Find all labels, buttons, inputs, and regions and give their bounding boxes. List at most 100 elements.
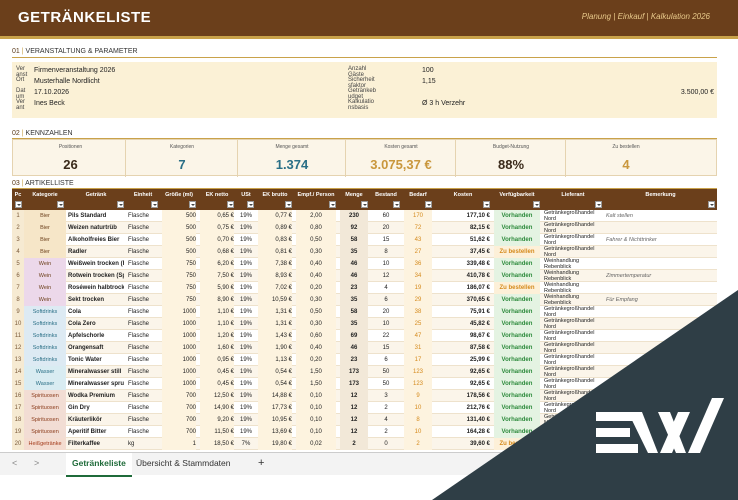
cell-stock[interactable]: 0 bbox=[372, 438, 400, 450]
cell-size[interactable]: 750 bbox=[162, 258, 196, 270]
cell-size[interactable]: 700 bbox=[162, 402, 196, 414]
filter-dropdown-icon[interactable] bbox=[189, 201, 196, 208]
cell-size[interactable]: 500 bbox=[162, 234, 196, 246]
cell-stock[interactable]: 20 bbox=[372, 306, 400, 318]
cell-vat[interactable]: 19% bbox=[238, 330, 254, 342]
cell-need[interactable]: 123 bbox=[404, 378, 432, 390]
cell-stock[interactable]: 60 bbox=[372, 210, 400, 222]
cell-vat[interactable]: 19% bbox=[238, 294, 254, 306]
filter-dropdown-icon[interactable] bbox=[247, 201, 254, 208]
cell-net[interactable]: 1,60 € bbox=[200, 342, 234, 354]
cell-gross[interactable]: 17,73 € bbox=[258, 402, 292, 414]
cell-cost[interactable]: 98,67 € bbox=[436, 330, 490, 342]
cell-cost[interactable]: 37,45 € bbox=[436, 246, 490, 258]
cell-name[interactable]: Aperitif Bitter bbox=[68, 426, 124, 438]
cell-unit[interactable]: Flasche bbox=[128, 402, 158, 414]
cell-stock[interactable]: 22 bbox=[372, 330, 400, 342]
cell-note[interactable] bbox=[606, 426, 715, 438]
cell-vat[interactable]: 19% bbox=[238, 222, 254, 234]
cell-name[interactable]: Wodka Premium bbox=[68, 390, 124, 402]
cell-qty[interactable]: 12 bbox=[340, 402, 368, 414]
cell-sup[interactable]: Getränkegroßhandel Nord bbox=[544, 390, 602, 402]
filter-dropdown-icon[interactable] bbox=[425, 201, 432, 208]
cell-stock[interactable]: 4 bbox=[372, 414, 400, 426]
cell-sup[interactable]: Getränkegroßhandel Nord bbox=[544, 366, 602, 378]
cell-name[interactable]: Pils Standard bbox=[68, 210, 124, 222]
cell-qty[interactable]: 12 bbox=[340, 390, 368, 402]
cell-net[interactable]: 0,70 € bbox=[200, 234, 234, 246]
param-value[interactable]: 1,15 bbox=[422, 78, 436, 85]
cell-size[interactable]: 1000 bbox=[162, 306, 196, 318]
cell-unit[interactable]: Flasche bbox=[128, 342, 158, 354]
cell-vat[interactable]: 19% bbox=[238, 378, 254, 390]
cell-stock[interactable]: 10 bbox=[372, 258, 400, 270]
cell-gross[interactable]: 13,69 € bbox=[258, 426, 292, 438]
cell-size[interactable]: 1 bbox=[162, 438, 196, 450]
cell-pp[interactable]: 0,20 bbox=[296, 282, 336, 294]
cell-vat[interactable]: 19% bbox=[238, 282, 254, 294]
cell-qty[interactable]: 58 bbox=[340, 234, 368, 246]
cell-note[interactable]: Kalt stellen bbox=[606, 210, 715, 222]
cell-need[interactable]: 2 bbox=[404, 438, 432, 450]
cell-avail[interactable]: Vorhanden bbox=[494, 258, 540, 270]
cell-pp[interactable]: 0,30 bbox=[296, 246, 336, 258]
cell-name[interactable]: Orangensaft bbox=[68, 342, 124, 354]
cell-qty[interactable]: 46 bbox=[340, 258, 368, 270]
cell-qty[interactable]: 2 bbox=[340, 438, 368, 450]
param-value[interactable]: Firmenveranstaltung 2026 bbox=[34, 67, 115, 74]
cell-need[interactable]: 38 bbox=[404, 306, 432, 318]
cell-unit[interactable]: Flasche bbox=[128, 318, 158, 330]
cell-net[interactable]: 12,50 € bbox=[200, 390, 234, 402]
cell-stock[interactable]: 6 bbox=[372, 354, 400, 366]
cell-avail[interactable]: Vorhanden bbox=[494, 210, 540, 222]
cell-cat[interactable]: Bier bbox=[24, 234, 66, 246]
cell-cat[interactable]: Wasser bbox=[24, 366, 66, 378]
cell-note[interactable] bbox=[606, 366, 715, 378]
cell-gross[interactable]: 0,54 € bbox=[258, 366, 292, 378]
cell-unit[interactable]: Flasche bbox=[128, 390, 158, 402]
cell-note[interactable] bbox=[606, 258, 715, 270]
cell-vat[interactable]: 19% bbox=[238, 390, 254, 402]
cell-size[interactable]: 750 bbox=[162, 282, 196, 294]
cell-unit[interactable]: Flasche bbox=[128, 234, 158, 246]
cell-need[interactable]: 29 bbox=[404, 294, 432, 306]
cell-qty[interactable]: 173 bbox=[340, 378, 368, 390]
cell-cat[interactable]: Wein bbox=[24, 270, 66, 282]
cell-cost[interactable]: 339,48 € bbox=[436, 258, 490, 270]
param-value[interactable]: 3.500,00 € bbox=[681, 89, 714, 96]
cell-net[interactable]: 1,10 € bbox=[200, 306, 234, 318]
cell-sup[interactable]: Getränkegroßhandel Nord bbox=[544, 318, 602, 330]
cell-cat[interactable]: Spirituosen bbox=[24, 390, 66, 402]
cell-gross[interactable]: 8,93 € bbox=[258, 270, 292, 282]
cell-net[interactable]: 18,50 € bbox=[200, 438, 234, 450]
cell-size[interactable]: 500 bbox=[162, 222, 196, 234]
cell-name[interactable]: Sekt trocken bbox=[68, 294, 124, 306]
cell-pp[interactable]: 0,40 bbox=[296, 258, 336, 270]
cell-note[interactable] bbox=[606, 378, 715, 390]
cell-avail[interactable]: Vorhanden bbox=[494, 318, 540, 330]
cell-vat[interactable]: 19% bbox=[238, 354, 254, 366]
cell-unit[interactable]: Flasche bbox=[128, 426, 158, 438]
tab-getraenkeliste[interactable]: Getränkeliste bbox=[66, 453, 132, 477]
cell-stock[interactable]: 15 bbox=[372, 342, 400, 354]
cell-avail[interactable]: Zu bestellen bbox=[494, 438, 540, 450]
filter-dropdown-icon[interactable] bbox=[227, 201, 234, 208]
cell-unit[interactable]: Flasche bbox=[128, 222, 158, 234]
cell-avail[interactable]: Vorhanden bbox=[494, 330, 540, 342]
cell-net[interactable]: 14,90 € bbox=[200, 402, 234, 414]
cell-sup[interactable]: Weinhandlung Rebenblick bbox=[544, 258, 602, 270]
cell-need[interactable]: 36 bbox=[404, 258, 432, 270]
cell-gross[interactable]: 7,38 € bbox=[258, 258, 292, 270]
cell-avail[interactable]: Vorhanden bbox=[494, 306, 540, 318]
cell-cat[interactable]: Wein bbox=[24, 282, 66, 294]
cell-name[interactable]: Kräuterlikör bbox=[68, 414, 124, 426]
cell-cost[interactable]: 92,65 € bbox=[436, 378, 490, 390]
cell-cost[interactable]: 178,56 € bbox=[436, 390, 490, 402]
cell-cat[interactable]: Bier bbox=[24, 246, 66, 258]
cell-gross[interactable]: 10,95 € bbox=[258, 414, 292, 426]
cell-need[interactable]: 8 bbox=[404, 414, 432, 426]
cell-vat[interactable]: 19% bbox=[238, 306, 254, 318]
cell-cost[interactable]: 92,65 € bbox=[436, 366, 490, 378]
cell-qty[interactable]: 35 bbox=[340, 318, 368, 330]
cell-sup[interactable]: Getränkegroßhandel Nord bbox=[544, 234, 602, 246]
